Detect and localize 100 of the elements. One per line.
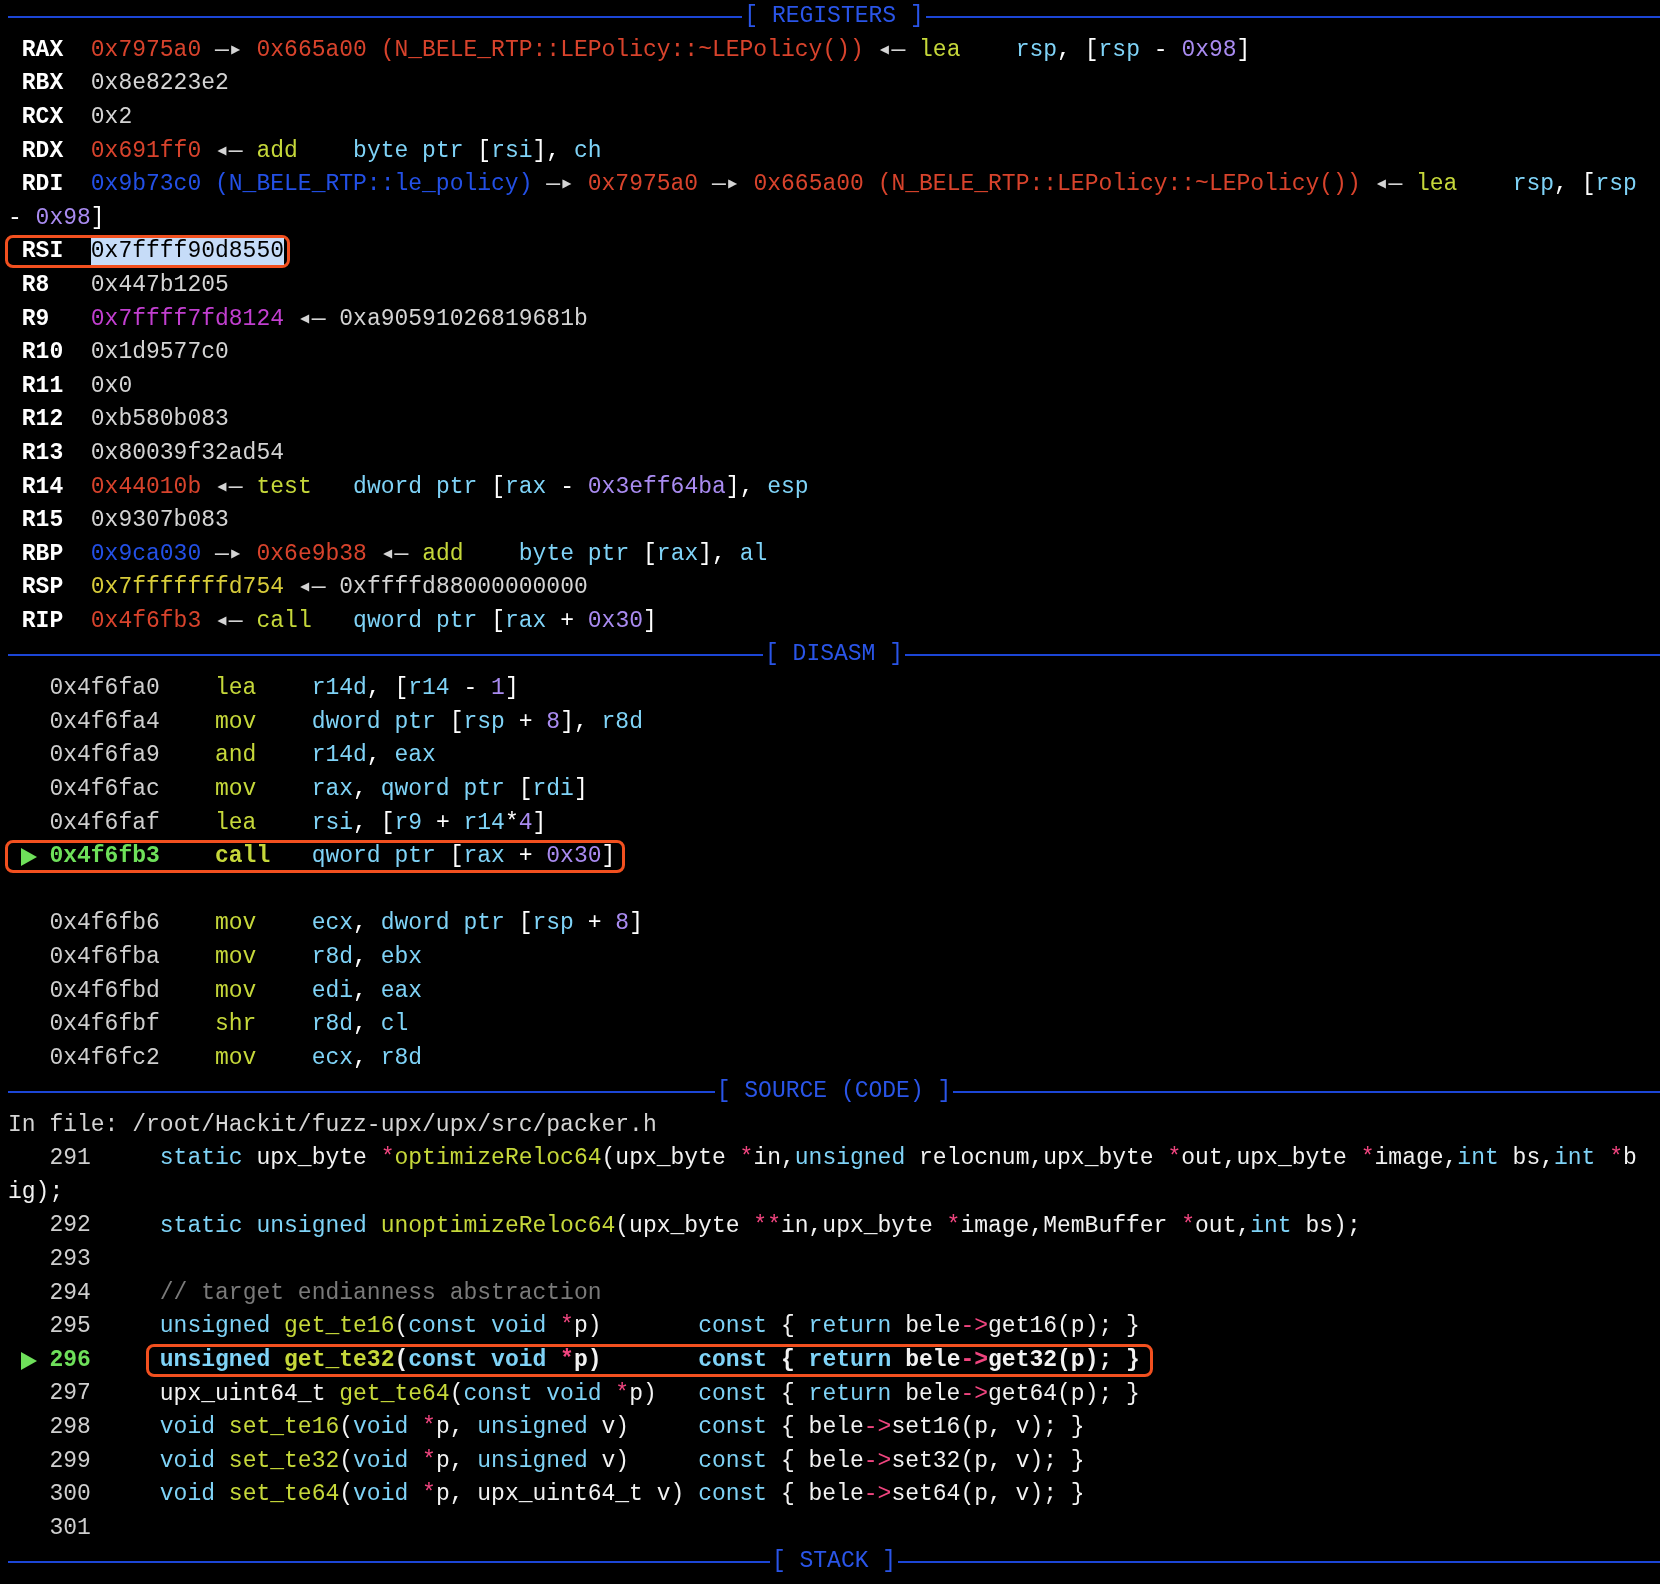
instruction-address: 0x4f6fa0 xyxy=(49,675,160,703)
code-text: p, xyxy=(435,1414,465,1442)
heap-address: 0x9ca030 xyxy=(90,540,202,568)
section-title: [ STACK ] xyxy=(770,1547,898,1577)
keyword: return xyxy=(808,1313,892,1341)
keyword: const xyxy=(698,1313,768,1341)
operand: eax xyxy=(380,977,423,1004)
operand: edi xyxy=(311,977,354,1004)
keyword: const void xyxy=(408,1313,548,1341)
mnemonic: add xyxy=(256,137,299,165)
operand: rsi xyxy=(311,809,354,836)
line-number: 292 xyxy=(49,1211,91,1241)
code-text: out,upx_byte xyxy=(1181,1145,1348,1173)
function-name: optimizeReloc64 xyxy=(394,1145,602,1173)
operator: -> xyxy=(863,1447,892,1475)
mnemonic: mov xyxy=(215,775,258,803)
code-text: v) xyxy=(600,1414,631,1442)
code-text: set64(p, v); } xyxy=(891,1481,1085,1509)
section-title: [ REGISTERS ] xyxy=(743,2,925,31)
data-address: 0x7ffff7fd8124 xyxy=(90,305,285,333)
punctuation: [ xyxy=(490,473,505,501)
code-comment: // target endianness abstraction xyxy=(159,1279,602,1307)
mnemonic: lea xyxy=(919,36,962,64)
operand: dword ptr xyxy=(353,473,478,501)
register-name: RAX xyxy=(20,36,65,64)
code-text: ( xyxy=(339,1414,354,1442)
mnemonic: lea xyxy=(215,809,258,837)
number-literal: 0x3eff64ba xyxy=(587,473,726,501)
operand: rsp xyxy=(463,708,505,735)
mnemonic: shr xyxy=(215,1011,258,1039)
punctuation: ], xyxy=(725,473,755,501)
operator: * xyxy=(422,1414,436,1442)
number-literal: 8 xyxy=(546,708,561,735)
operand: rax xyxy=(504,608,547,635)
keyword: unsigned xyxy=(477,1447,588,1475)
keyword: unsigned xyxy=(159,1313,272,1341)
code-address: 0x691ff0 xyxy=(90,137,202,165)
code-text: image, xyxy=(1374,1145,1458,1173)
register-value: 0x2 xyxy=(90,104,133,132)
code-text: (upx_byte xyxy=(615,1212,741,1240)
punctuation: ], xyxy=(560,708,589,735)
punctuation: ] xyxy=(629,910,643,937)
code-text: bele xyxy=(904,1313,961,1341)
register-name: R8 xyxy=(20,272,51,300)
number-literal: 8 xyxy=(615,910,630,937)
punctuation: [ xyxy=(448,843,464,870)
register-name: R11 xyxy=(20,372,65,400)
code-text: upx_byte xyxy=(255,1145,368,1173)
line-number: 296 xyxy=(49,1345,91,1375)
operand: ecx xyxy=(311,1044,354,1071)
code-text: p) xyxy=(629,1380,658,1408)
function-name: get_te64 xyxy=(339,1380,450,1408)
register-value: 0x0 xyxy=(90,372,133,400)
code-text: { xyxy=(779,1347,796,1375)
pointer-arrow: —▸ xyxy=(214,36,244,64)
mnemonic: mov xyxy=(215,943,258,971)
keyword: return xyxy=(808,1380,892,1408)
punctuation: , xyxy=(353,775,368,802)
keyword: unsigned xyxy=(477,1414,588,1442)
punctuation: - xyxy=(1152,36,1169,64)
function-name: get_te32 xyxy=(284,1347,395,1375)
operand: al xyxy=(739,540,768,568)
operand: rax xyxy=(656,540,699,568)
section-title: [ SOURCE (CODE) ] xyxy=(715,1077,953,1106)
pointer-arrow: —▸ xyxy=(214,540,244,568)
punctuation: ] xyxy=(643,608,657,635)
code-text: out, xyxy=(1195,1212,1251,1240)
line-number: 298 xyxy=(49,1412,91,1442)
operand: byte ptr xyxy=(518,540,630,568)
operand: ch xyxy=(574,137,602,165)
register-value: 0xb580b083 xyxy=(90,406,229,434)
section-title: [ DISASM ] xyxy=(764,640,904,670)
register-name: RDI xyxy=(20,171,65,199)
number-literal: 1 xyxy=(491,675,505,702)
mnemonic: lea xyxy=(1416,171,1459,199)
keyword: void xyxy=(353,1414,410,1442)
operand: r14d xyxy=(311,675,367,702)
mnemonic: lea xyxy=(215,675,258,703)
register-value: 0xa90591026819681b xyxy=(339,305,588,333)
operand: qword ptr xyxy=(311,843,436,870)
operand: r8d xyxy=(311,943,354,970)
code-text: p, upx_uint64_t v) xyxy=(435,1481,686,1509)
operand: qword ptr xyxy=(380,775,505,802)
operand: cl xyxy=(380,1011,409,1038)
operator: * xyxy=(1360,1145,1375,1173)
instruction-address: 0x4f6fac xyxy=(49,775,160,803)
operand: r8d xyxy=(601,708,643,735)
operand: r14 xyxy=(463,809,505,836)
register-value: 0x80039f32ad54 xyxy=(90,440,285,467)
operand: byte ptr xyxy=(353,137,464,165)
mnemonic: call xyxy=(256,608,313,635)
code-text: ( xyxy=(394,1313,409,1341)
instruction-address: 0x4f6fb6 xyxy=(49,910,160,938)
keyword: void xyxy=(353,1481,410,1509)
operator: * xyxy=(560,1347,574,1375)
punctuation: , [ xyxy=(353,809,395,836)
keyword: int xyxy=(1554,1145,1597,1173)
register-name: RDX xyxy=(20,137,65,165)
register-name: R9 xyxy=(20,305,51,333)
keyword: void xyxy=(159,1414,217,1442)
